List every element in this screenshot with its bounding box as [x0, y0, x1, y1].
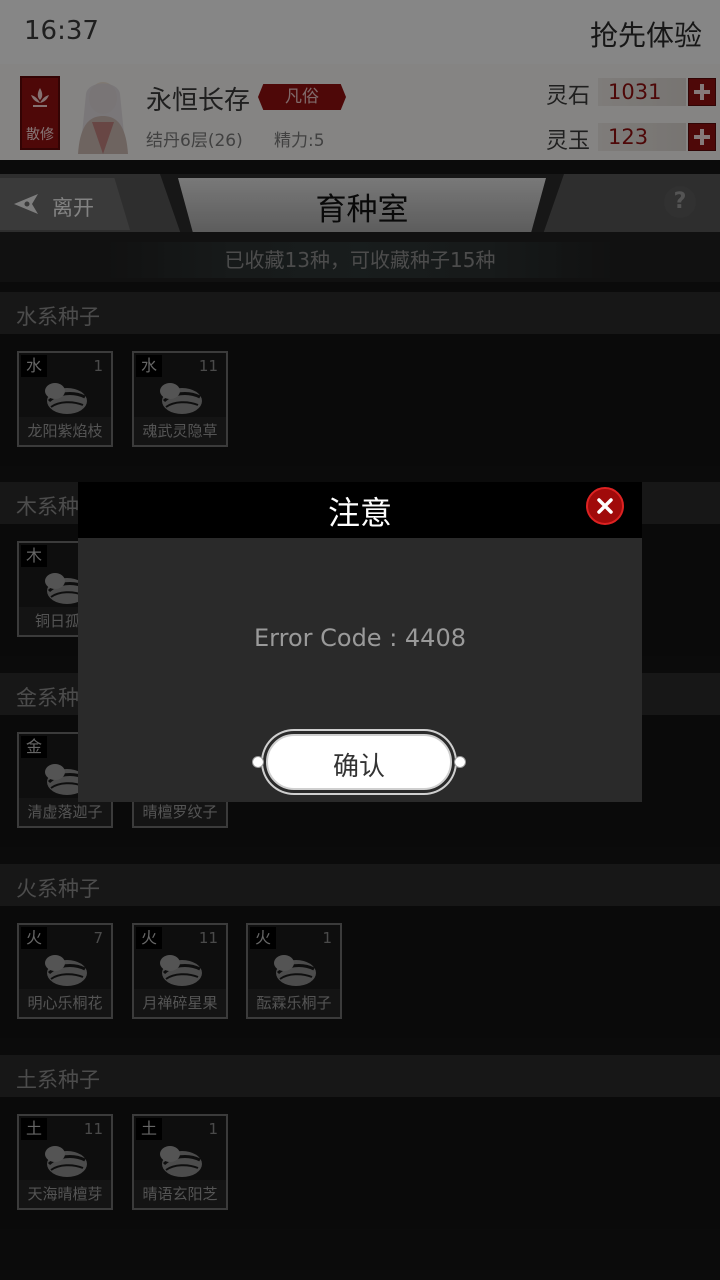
- button-ornament: [454, 756, 466, 768]
- close-button[interactable]: [586, 487, 624, 525]
- dialog-header: 注意: [78, 482, 642, 538]
- dialog-title: 注意: [327, 494, 392, 532]
- error-message: Error Code : 4408: [254, 624, 466, 652]
- confirm-button[interactable]: 确认: [252, 734, 466, 790]
- button-ornament: [252, 756, 264, 768]
- confirm-label: 确认: [332, 752, 385, 782]
- close-icon: [597, 498, 613, 514]
- error-dialog: 注意 Error Code : 4408 确认: [78, 482, 642, 802]
